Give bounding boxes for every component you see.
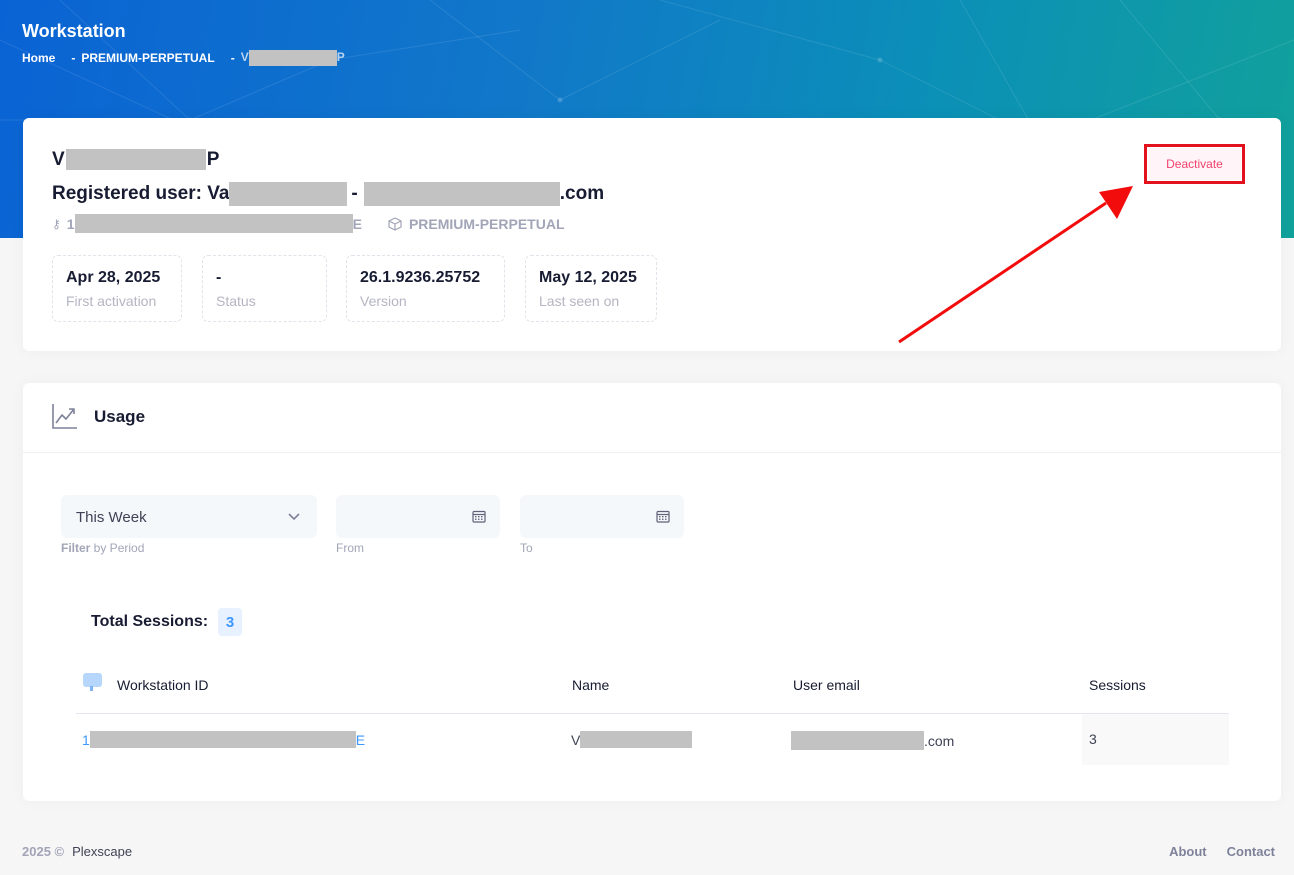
redacted-text (74, 214, 353, 233)
breadcrumb-product[interactable]: PREMIUM-PERPETUAL (81, 51, 214, 65)
breadcrumb: Home - PREMIUM-PERPETUAL - VP (22, 50, 345, 66)
deactivate-button[interactable]: Deactivate (1148, 148, 1241, 180)
usage-card: Usage This Week Filter by Period From To… (23, 383, 1281, 801)
sessions-cell-bg (1082, 714, 1229, 765)
registered-user: Registered user: Va - .com (52, 182, 605, 206)
column-header-workstation-id[interactable]: Workstation ID (117, 677, 209, 693)
license-name: PREMIUM-PERPETUAL (408, 215, 565, 232)
redacted-text (580, 731, 693, 748)
breadcrumb-current: VP (240, 50, 345, 66)
footer-contact-link[interactable]: Contact (1227, 844, 1275, 859)
to-label: To (520, 541, 533, 555)
workstation-name: VP (52, 149, 220, 171)
period-hint: Filter by Period (61, 541, 145, 555)
footer-links: About Contact (1169, 844, 1275, 859)
column-header-name[interactable]: Name (572, 677, 609, 693)
redacted-text (65, 149, 206, 171)
redacted-text (363, 182, 560, 206)
row-name: V (571, 731, 693, 748)
page-title: Workstation (22, 21, 126, 41)
footer-copyright: 2025 © Plexscape (22, 844, 133, 859)
period-select[interactable]: This Week (61, 495, 317, 538)
footer-about-link[interactable]: About (1169, 844, 1207, 859)
calendar-icon (656, 510, 670, 523)
row-email: .com (791, 731, 954, 750)
stat-last-seen: May 12, 2025 Last seen on (525, 255, 657, 322)
redacted-text (229, 182, 348, 206)
comment-icon (83, 673, 102, 691)
workstation-id-link[interactable]: 1E (82, 731, 365, 748)
column-header-user-email[interactable]: User email (793, 677, 860, 693)
from-date-input[interactable] (336, 495, 500, 538)
usage-header: Usage (23, 383, 1281, 453)
table-header-divider (76, 713, 1229, 714)
line-chart-icon (52, 404, 77, 429)
total-sessions: Total Sessions: 3 (91, 608, 243, 636)
usage-title: Usage (94, 407, 146, 426)
chevron-down-icon (288, 513, 300, 521)
to-date-input[interactable] (520, 495, 684, 538)
column-header-sessions[interactable]: Sessions (1089, 677, 1146, 693)
redacted-text (89, 731, 356, 748)
key-icon: ⚷ (52, 216, 61, 231)
stat-status: - Status (202, 255, 327, 322)
workstation-summary-card: VP Registered user: Va - .com ⚷ 1E PREMIUM… (23, 118, 1281, 351)
row-sessions: 3 (1089, 731, 1097, 747)
total-sessions-badge: 3 (218, 608, 243, 636)
workstation-meta: ⚷ 1E PREMIUM-PERPETUAL (52, 214, 565, 233)
breadcrumb-home[interactable]: Home (22, 51, 55, 65)
stat-version: 26.1.9236.25752 Version (346, 255, 505, 322)
stat-first-activation: Apr 28, 2025 First activation (52, 255, 182, 322)
calendar-icon (472, 510, 486, 523)
box-icon (388, 216, 402, 231)
footer-brand[interactable]: Plexscape (72, 844, 132, 859)
redacted-text (248, 50, 337, 66)
redacted-text (791, 731, 924, 750)
from-label: From (336, 541, 364, 555)
